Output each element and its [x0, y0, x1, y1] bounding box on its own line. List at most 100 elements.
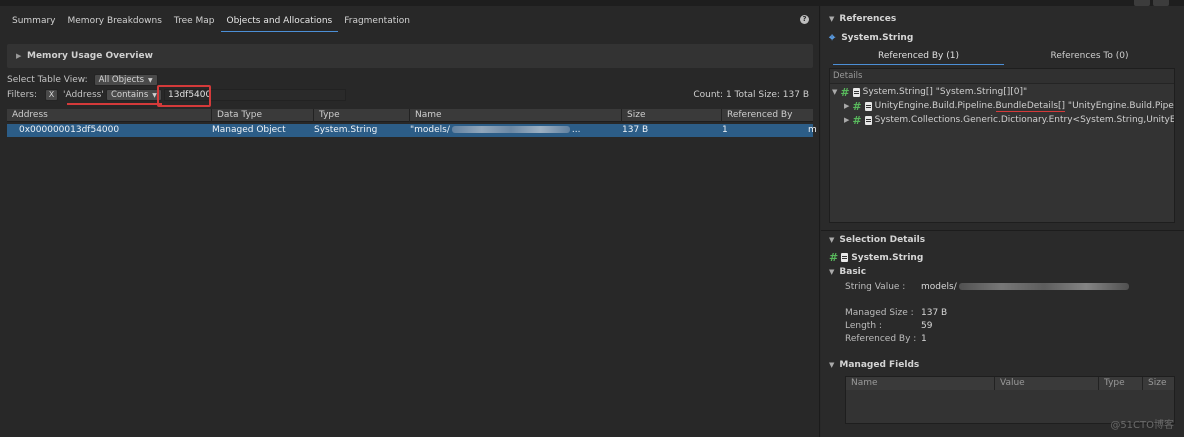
column-header-name[interactable]: Name [409, 109, 621, 122]
tree-item[interactable]: ▼ # System.String[] "System.String[][0]" [832, 86, 1027, 99]
column-header-address[interactable]: Address [7, 109, 211, 122]
column-header-name[interactable]: Name [846, 377, 994, 390]
table-header: Address Data Type Type Name Size Referen… [7, 109, 813, 122]
tab-tree-map[interactable]: Tree Map [168, 14, 221, 32]
field-key: Referenced By : [845, 334, 917, 344]
references-object: ⌖ System.String [829, 31, 913, 45]
table-view-value: All Objects [98, 74, 145, 85]
field-referenced-by: Referenced By : 1 [845, 334, 927, 344]
managed-fields-title: Managed Fields [839, 360, 920, 370]
cell-size: 137 B [622, 125, 649, 135]
hash-icon: # [829, 251, 839, 264]
remove-filter-button[interactable]: X [45, 89, 58, 101]
hash-icon: # [852, 114, 862, 127]
overview-label: Memory Usage Overview [27, 51, 153, 61]
selection-details-title: Selection Details [839, 235, 926, 245]
cell-address: 0x000000013df54000 [19, 125, 120, 135]
table-row[interactable]: 0x000000013df54000 Managed Object System… [7, 124, 817, 137]
left-panel: Summary Memory Breakdowns Tree Map Objec… [0, 6, 820, 437]
tree-item-label: System.Collections.Generic.Dictionary.En… [874, 115, 1175, 125]
field-length: Length : 59 [845, 321, 932, 331]
field-key: String Value : [845, 282, 906, 292]
managed-fields-header[interactable]: ▼ Managed Fields [829, 360, 919, 370]
filter-value-input[interactable]: 13df5400 [164, 89, 346, 101]
tree-item[interactable]: ▶ # UnityEngine.Build.Pipeline.BundleDet… [844, 100, 1175, 113]
collapse-triangle-icon: ▼ [829, 268, 835, 276]
memory-usage-overview-foldout[interactable]: ▶ Memory Usage Overview [7, 44, 813, 68]
basic-title: Basic [839, 267, 867, 277]
view-tabs: Summary Memory Breakdowns Tree Map Objec… [6, 14, 416, 32]
column-header-type[interactable]: Type [313, 109, 409, 122]
column-header-value[interactable]: Value [994, 377, 1098, 390]
references-tabs: Referenced By (1) References To (0) [833, 49, 1175, 65]
collapse-triangle-icon: ▼ [829, 15, 835, 23]
chevron-down-icon: ▼ [152, 91, 157, 99]
references-tree: Details ▼ # System.String[] "System.Stri… [829, 68, 1175, 223]
cell-referenced-by: 1 [722, 125, 728, 135]
selection-object-name: System.String [851, 252, 924, 263]
expand-triangle-icon: ▶ [844, 116, 850, 124]
field-key: Managed Size : [845, 308, 914, 318]
expand-triangle-icon: ▶ [16, 52, 22, 60]
filters-row: Filters: X 'Address' Contains ▼ 13df5400… [7, 85, 813, 107]
field-managed-size: Managed Size : 137 B [845, 308, 947, 318]
cell-name: "models/... [410, 124, 620, 137]
filter-field-name[interactable]: 'Address' [63, 90, 104, 100]
collapse-triangle-icon: ▼ [829, 361, 835, 369]
cell-truncated-marker: m [808, 125, 817, 135]
table-view-row: Select Table View: All Objects ▼ [7, 74, 158, 86]
cell-data-type: Managed Object [212, 125, 286, 135]
field-value: 137 B [921, 308, 948, 318]
field-value: 59 [921, 321, 933, 331]
tab-summary[interactable]: Summary [6, 14, 62, 32]
field-string-value: String Value : models/ [845, 282, 1131, 292]
right-panel: ▼ References ⌖ System.String Referenced B… [821, 6, 1184, 437]
tree-item-prefix: UnityEngine.Build.Pipeline. [874, 101, 996, 111]
details-header: Details [830, 69, 1174, 84]
cell-type: System.String [314, 125, 378, 135]
highlight-underline [67, 103, 162, 105]
hash-icon: # [852, 100, 862, 113]
count-total-size: Count: 1 Total Size: 137 B [693, 90, 809, 100]
cell-name-start: "models/ [410, 125, 450, 135]
filter-operator-value: Contains [111, 89, 149, 100]
filter-operator-dropdown[interactable]: Contains ▼ [106, 89, 162, 101]
tab-fragmentation[interactable]: Fragmentation [338, 14, 416, 32]
field-key: Length : [845, 321, 882, 331]
blurred-text [958, 283, 1129, 290]
string-icon [864, 102, 872, 111]
highlighted-type-name: BundleDetails[] [995, 101, 1066, 112]
column-header-referenced-by[interactable]: Referenced By [721, 109, 813, 122]
selection-details-header[interactable]: ▼ Selection Details [829, 235, 925, 245]
column-header-size[interactable]: Size [1142, 377, 1174, 390]
selection-object: # System.String [829, 251, 923, 264]
tree-item-label: System.String[] "System.String[][0]" [862, 87, 1028, 97]
hash-icon: # [840, 86, 850, 99]
tree-item[interactable]: ▶ # System.Collections.Generic.Dictionar… [844, 114, 1175, 127]
references-object-name: System.String [841, 33, 914, 43]
column-header-type[interactable]: Type [1098, 377, 1142, 390]
string-icon [852, 88, 860, 97]
field-value: models/ [921, 282, 957, 292]
string-icon [864, 116, 872, 125]
tab-references-to[interactable]: References To (0) [1004, 49, 1175, 65]
scope-icon: ⌖ [829, 31, 836, 44]
tab-objects-and-allocations[interactable]: Objects and Allocations [220, 14, 339, 32]
tree-item-suffix: "UnityEngine.Build.Pipeline. [1067, 101, 1175, 111]
field-value: 1 [921, 334, 927, 344]
tab-referenced-by[interactable]: Referenced By (1) [833, 49, 1004, 65]
blurred-text [451, 126, 570, 133]
expand-triangle-icon: ▼ [832, 88, 838, 96]
column-header-data-type[interactable]: Data Type [211, 109, 313, 122]
tree-item-label: UnityEngine.Build.Pipeline.BundleDetails… [874, 100, 1175, 113]
cell-name-end: ... [571, 125, 581, 135]
expand-triangle-icon: ▶ [844, 102, 850, 110]
table-view-dropdown[interactable]: All Objects ▼ [93, 74, 158, 86]
watermark: @51CTO博客 [1110, 420, 1174, 431]
basic-header[interactable]: ▼ Basic [829, 267, 866, 277]
references-header[interactable]: ▼ References [829, 14, 896, 24]
section-divider [821, 230, 1184, 231]
tab-memory-breakdowns[interactable]: Memory Breakdowns [62, 14, 168, 32]
help-icon[interactable]: ? [800, 15, 809, 24]
column-header-size[interactable]: Size [621, 109, 721, 122]
